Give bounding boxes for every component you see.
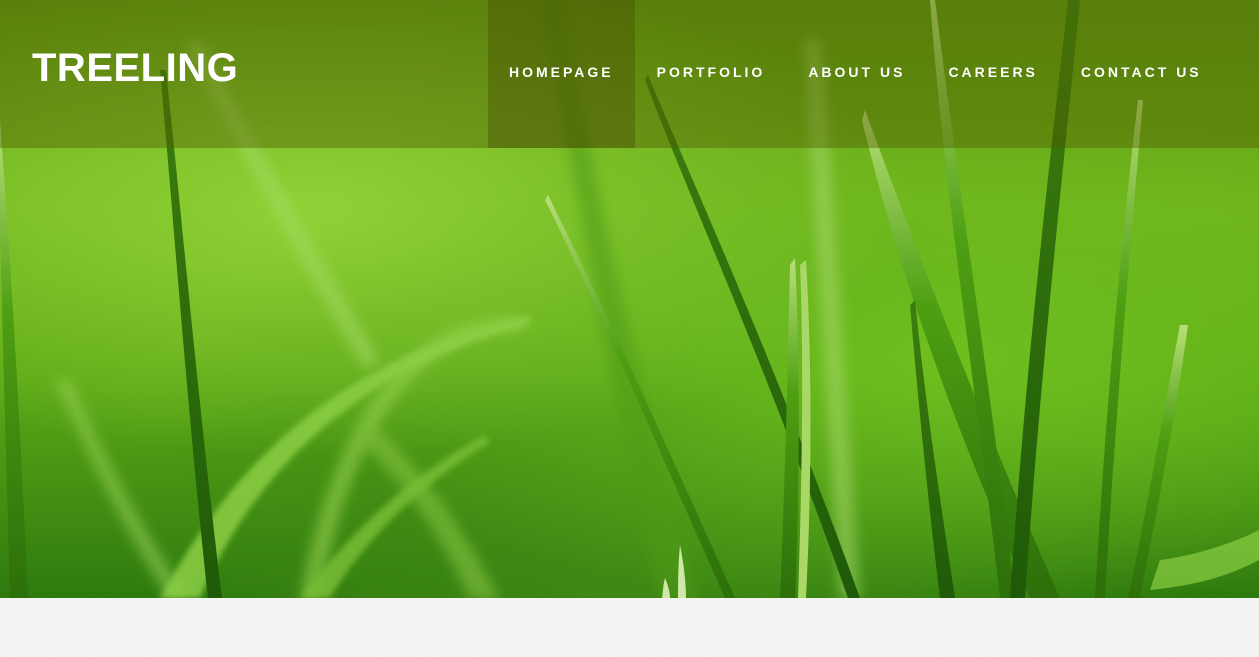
nav-item-homepage[interactable]: HOMEPAGE xyxy=(488,0,635,148)
site-logo[interactable]: TREELING xyxy=(32,44,238,92)
nav-item-contact-us[interactable]: CONTACT US xyxy=(1060,0,1223,148)
content-area xyxy=(0,598,1259,657)
nav-item-about-us[interactable]: ABOUT US xyxy=(787,0,926,148)
nav-item-portfolio[interactable]: PORTFOLIO xyxy=(636,0,787,148)
nav-item-careers[interactable]: CAREERS xyxy=(927,0,1058,148)
page: TREELING HOMEPAGE PORTFOLIO ABOUT US CAR… xyxy=(0,0,1259,657)
main-nav: HOMEPAGE PORTFOLIO ABOUT US CAREERS CONT… xyxy=(488,0,1223,148)
